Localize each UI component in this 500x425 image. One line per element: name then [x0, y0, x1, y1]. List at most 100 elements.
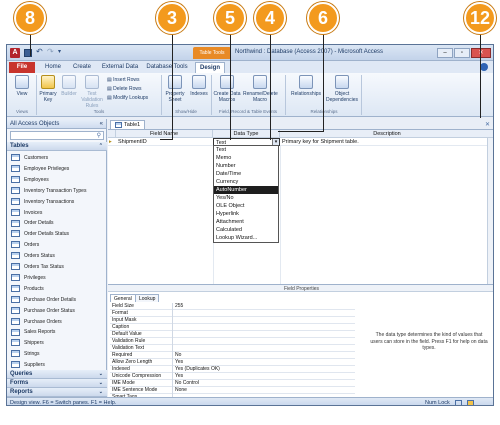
data-type-option[interactable]: Number: [214, 162, 278, 170]
data-macros-icon: [220, 75, 234, 89]
design-view-icon[interactable]: [467, 400, 474, 405]
indexes-button[interactable]: Indexes: [189, 75, 209, 97]
expand-icon[interactable]: ⌄: [99, 388, 103, 397]
redo-icon[interactable]: ↷: [47, 47, 54, 56]
insert-rows-label: Insert Rows: [113, 77, 140, 83]
description-cell[interactable]: Primary key for Shipment table.: [280, 138, 493, 146]
field-property-value[interactable]: [172, 338, 175, 345]
tab-design[interactable]: Design: [195, 62, 225, 73]
create-data-macros-button[interactable]: Create Data Macros: [213, 75, 241, 103]
access-app-icon[interactable]: A: [10, 48, 20, 58]
tab-database-tools[interactable]: Database Tools: [145, 62, 189, 73]
tab-file[interactable]: File: [9, 62, 35, 73]
field-property-value[interactable]: Yes: [172, 373, 183, 380]
quick-access-menu-icon[interactable]: ▾: [58, 48, 61, 55]
data-type-option[interactable]: Hyperlink: [214, 210, 278, 218]
group-show-hide-label: Show/Hide: [175, 109, 197, 114]
field-property-value[interactable]: No Control: [172, 380, 199, 387]
field-property-row[interactable]: Default Value: [110, 331, 355, 338]
tab-create[interactable]: Create: [69, 62, 95, 73]
nav-shutter-icon[interactable]: «: [100, 119, 103, 129]
field-property-row[interactable]: Validation Rule: [110, 338, 355, 345]
minimize-button[interactable]: –: [437, 48, 453, 58]
expand-icon[interactable]: ⌄: [99, 379, 103, 388]
field-property-value[interactable]: [172, 310, 175, 317]
close-button[interactable]: ✕: [471, 48, 491, 58]
nav-search-input[interactable]: ⚲: [10, 131, 104, 140]
field-property-row[interactable]: Required No: [110, 352, 355, 359]
row-selector-key-icon[interactable]: ▸: [108, 138, 116, 146]
test-validation-rules-button[interactable]: Test Validation Rules: [79, 75, 105, 109]
tab-external-data[interactable]: External Data: [99, 62, 141, 73]
insert-rows-button[interactable]: ▤ Insert Rows: [107, 77, 140, 84]
field-property-value[interactable]: [172, 331, 175, 338]
data-type-option[interactable]: Currency: [214, 178, 278, 186]
nav-group-tables[interactable]: Tables ⌃: [7, 142, 107, 151]
table-icon: [11, 284, 20, 292]
close-document-icon[interactable]: ✕: [485, 121, 490, 128]
field-property-value[interactable]: [172, 324, 175, 331]
field-property-row[interactable]: Validation Text: [110, 345, 355, 352]
field-property-row[interactable]: Caption: [110, 324, 355, 331]
field-property-name: Indexed: [112, 366, 130, 372]
field-property-row[interactable]: Allow Zero Length Yes: [110, 359, 355, 366]
modify-lookups-button[interactable]: ▤ Modify Lookups: [107, 95, 148, 102]
nav-group-reports[interactable]: Reports ⌄: [7, 388, 107, 397]
relationships-button[interactable]: Relationships: [289, 75, 323, 97]
indexes-label: Indexes: [190, 91, 208, 97]
field-property-row[interactable]: Input Mask: [110, 317, 355, 324]
field-property-row[interactable]: IME Mode No Control: [110, 380, 355, 387]
relationships-label: Relationships: [290, 91, 322, 97]
document-tab-label: Table1: [124, 122, 141, 128]
field-property-row[interactable]: Field Size 255: [110, 303, 355, 310]
data-type-option[interactable]: Calculated: [214, 226, 278, 234]
create-data-macros-label: Create Data Macros: [213, 91, 241, 103]
datasheet-view-icon[interactable]: [455, 400, 462, 405]
table-icon: [11, 230, 20, 238]
delete-rows-button[interactable]: ▤ Delete Rows: [107, 86, 141, 93]
field-properties-help-text: The data type determines the kind of val…: [370, 332, 488, 351]
data-type-option[interactable]: OLE Object: [214, 202, 278, 210]
data-type-option[interactable]: Lookup Wizard...: [214, 234, 278, 242]
table-tab-icon: [115, 121, 122, 128]
nav-group-queries[interactable]: Queries ⌄: [7, 370, 107, 379]
field-property-value[interactable]: Yes: [172, 359, 183, 366]
field-property-value[interactable]: None: [172, 387, 187, 394]
field-property-row[interactable]: Unicode Compression Yes: [110, 373, 355, 380]
validation-icon: [85, 75, 99, 89]
data-type-option[interactable]: Memo: [214, 154, 278, 162]
data-type-option[interactable]: Date/Time: [214, 170, 278, 178]
data-type-option[interactable]: AutoNumber: [214, 186, 278, 194]
field-property-value[interactable]: No: [172, 352, 181, 359]
maximize-button[interactable]: ▫: [454, 48, 470, 58]
expand-icon[interactable]: ⌄: [99, 370, 103, 379]
primary-key-button[interactable]: Primary Key: [38, 75, 58, 103]
field-property-value[interactable]: [172, 345, 175, 352]
field-property-value[interactable]: 255: [172, 303, 183, 310]
tab-lookup[interactable]: Lookup: [135, 294, 160, 302]
nav-group-forms[interactable]: Forms ⌄: [7, 379, 107, 388]
field-property-row[interactable]: Format: [110, 310, 355, 317]
vertical-scrollbar[interactable]: [487, 138, 493, 285]
object-dependencies-button[interactable]: Object Dependencies: [325, 75, 359, 103]
window-title: Northwind : Database (Access 2007) - Mic…: [235, 49, 384, 55]
rename-delete-macro-button[interactable]: Rename/Delete Macro: [243, 75, 278, 103]
tab-general[interactable]: General: [110, 294, 136, 302]
field-property-row[interactable]: IME Sentence Mode None: [110, 387, 355, 394]
undo-icon[interactable]: ↶: [36, 47, 43, 56]
nav-pane-header[interactable]: All Access Objects «: [7, 119, 106, 129]
property-sheet-button[interactable]: Property Sheet: [163, 75, 187, 103]
field-property-value[interactable]: Yes (Duplicates OK): [172, 366, 220, 373]
builder-button[interactable]: Builder: [60, 75, 78, 97]
data-type-option[interactable]: Yes/No: [214, 194, 278, 202]
document-tab-table1[interactable]: Table1: [110, 120, 146, 129]
data-type-option[interactable]: Text: [214, 146, 278, 154]
field-property-value[interactable]: [172, 317, 175, 324]
view-button[interactable]: View: [10, 75, 34, 97]
collapse-icon[interactable]: ⌃: [99, 142, 103, 151]
tab-home[interactable]: Home: [41, 62, 65, 73]
search-icon[interactable]: ⚲: [97, 132, 101, 139]
field-property-row[interactable]: Indexed Yes (Duplicates OK): [110, 366, 355, 373]
data-type-option[interactable]: Attachment: [214, 218, 278, 226]
help-icon[interactable]: [480, 63, 488, 71]
